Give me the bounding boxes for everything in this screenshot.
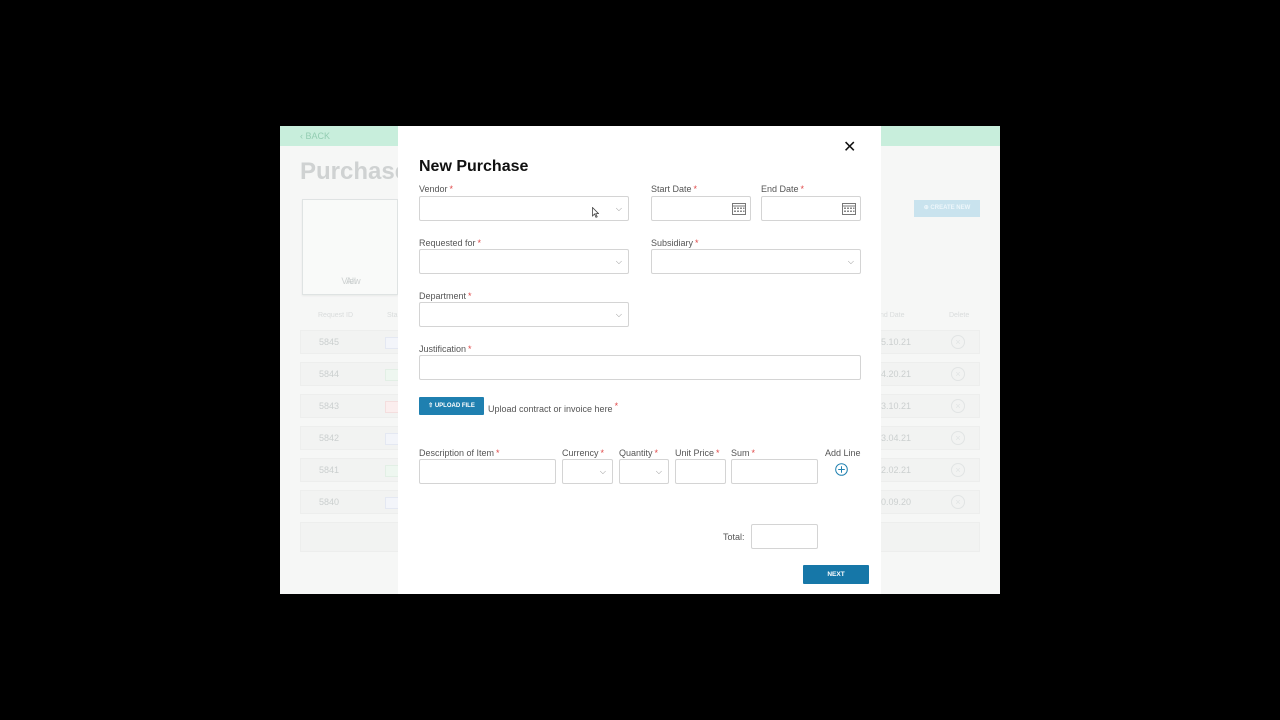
status-badge	[385, 369, 399, 381]
quantity-select[interactable]: ⌵	[619, 459, 669, 484]
start-date-input[interactable]	[651, 196, 751, 221]
requested-for-label: Requested for *	[419, 238, 482, 248]
department-select[interactable]: ⌵	[419, 302, 629, 327]
sum-input[interactable]	[731, 459, 818, 484]
column-header-delete: Delete	[949, 312, 970, 319]
upload-file-label: UPLOAD FILE	[434, 403, 475, 409]
column-header-status: Sta	[387, 312, 398, 319]
row-date: 0.09.20	[881, 497, 912, 507]
sum-label: Sum *	[731, 448, 756, 458]
row-id: 5840	[319, 497, 340, 507]
chevron-down-icon: ⌵	[615, 310, 622, 319]
next-button[interactable]: NEXT	[803, 565, 869, 584]
delete-icon[interactable]: ×	[951, 367, 965, 381]
end-date-input[interactable]	[761, 196, 861, 221]
vendor-select[interactable]: ⌵	[419, 196, 629, 221]
mouse-cursor-icon	[592, 207, 599, 218]
upload-file-button[interactable]: ⇧ UPLOAD FILE	[419, 397, 484, 415]
currency-label: Currency *	[562, 448, 605, 458]
description-input[interactable]	[419, 459, 556, 484]
row-id: 5845	[319, 337, 340, 347]
row-date: 3.10.21	[881, 401, 912, 411]
delete-icon[interactable]: ×	[951, 335, 965, 349]
subsidiary-label: Subsidiary *	[651, 238, 699, 248]
calendar-icon[interactable]	[842, 202, 856, 215]
close-icon[interactable]: ✕	[843, 140, 856, 156]
upload-hint: Upload contract or invoice here *	[488, 401, 619, 414]
calendar-icon[interactable]	[732, 202, 746, 215]
justification-input[interactable]	[419, 355, 861, 380]
back-link[interactable]: ‹ BACK	[300, 131, 330, 141]
row-date: 3.04.21	[881, 433, 912, 443]
vendor-label: Vendor *	[419, 184, 454, 194]
delete-icon[interactable]: ×	[951, 463, 965, 477]
column-header-request-id: Request ID	[318, 312, 354, 319]
row-id: 5844	[319, 369, 340, 379]
status-badge	[385, 465, 399, 477]
add-line-label: Add Line	[825, 448, 861, 458]
row-date: 4.20.21	[881, 369, 912, 379]
column-header-end-date: nd Date	[880, 312, 905, 319]
delete-icon[interactable]: ×	[951, 431, 965, 445]
subsidiary-select[interactable]: ⌵	[651, 249, 861, 274]
chevron-down-icon: ⌵	[615, 257, 622, 266]
delete-icon[interactable]: ×	[951, 399, 965, 413]
status-badge	[385, 401, 399, 413]
add-line-icon[interactable]	[835, 463, 848, 476]
upload-icon: ⇧	[428, 403, 434, 409]
unit-price-label: Unit Price *	[675, 448, 720, 458]
chevron-down-icon: ⌵	[847, 257, 854, 266]
justification-label: Justification *	[419, 344, 472, 354]
delete-icon[interactable]: ×	[951, 495, 965, 509]
modal-title: New Purchase	[419, 158, 529, 175]
row-id: 5841	[319, 465, 340, 475]
currency-select[interactable]: ⌵	[562, 459, 613, 484]
status-badge	[385, 337, 399, 349]
row-id: 5843	[319, 401, 340, 411]
status-badge	[385, 497, 399, 509]
status-badge	[385, 433, 399, 445]
quantity-label: Quantity *	[619, 448, 659, 458]
row-date: 2.02.21	[881, 465, 912, 475]
total-input[interactable]	[751, 524, 818, 549]
view-all-card[interactable]: View All	[302, 199, 398, 295]
department-label: Department *	[419, 291, 472, 301]
new-purchase-modal: ✕ New Purchase Vendor * ⌵ Start Date * End…	[398, 126, 881, 594]
app-window: ‹ BACK Purchase View All ⊕ CREATE NEW Req…	[280, 126, 1000, 594]
row-date: 5.10.21	[881, 337, 912, 347]
total-label: Total:	[723, 532, 745, 542]
requested-for-select[interactable]: ⌵	[419, 249, 629, 274]
chevron-down-icon: ⌵	[599, 467, 606, 476]
end-date-label: End Date *	[761, 184, 805, 194]
unit-price-input[interactable]	[675, 459, 726, 484]
page-title: Purchase	[300, 158, 409, 185]
description-label: Description of Item *	[419, 448, 500, 458]
view-all-line2: All	[345, 276, 356, 286]
start-date-label: Start Date *	[651, 184, 698, 194]
chevron-down-icon: ⌵	[615, 204, 622, 213]
create-new-label: CREATE NEW	[930, 205, 971, 211]
back-label: BACK	[305, 131, 331, 141]
row-id: 5842	[319, 433, 340, 443]
chevron-down-icon: ⌵	[655, 467, 662, 476]
create-new-button[interactable]: ⊕ CREATE NEW	[914, 200, 980, 217]
